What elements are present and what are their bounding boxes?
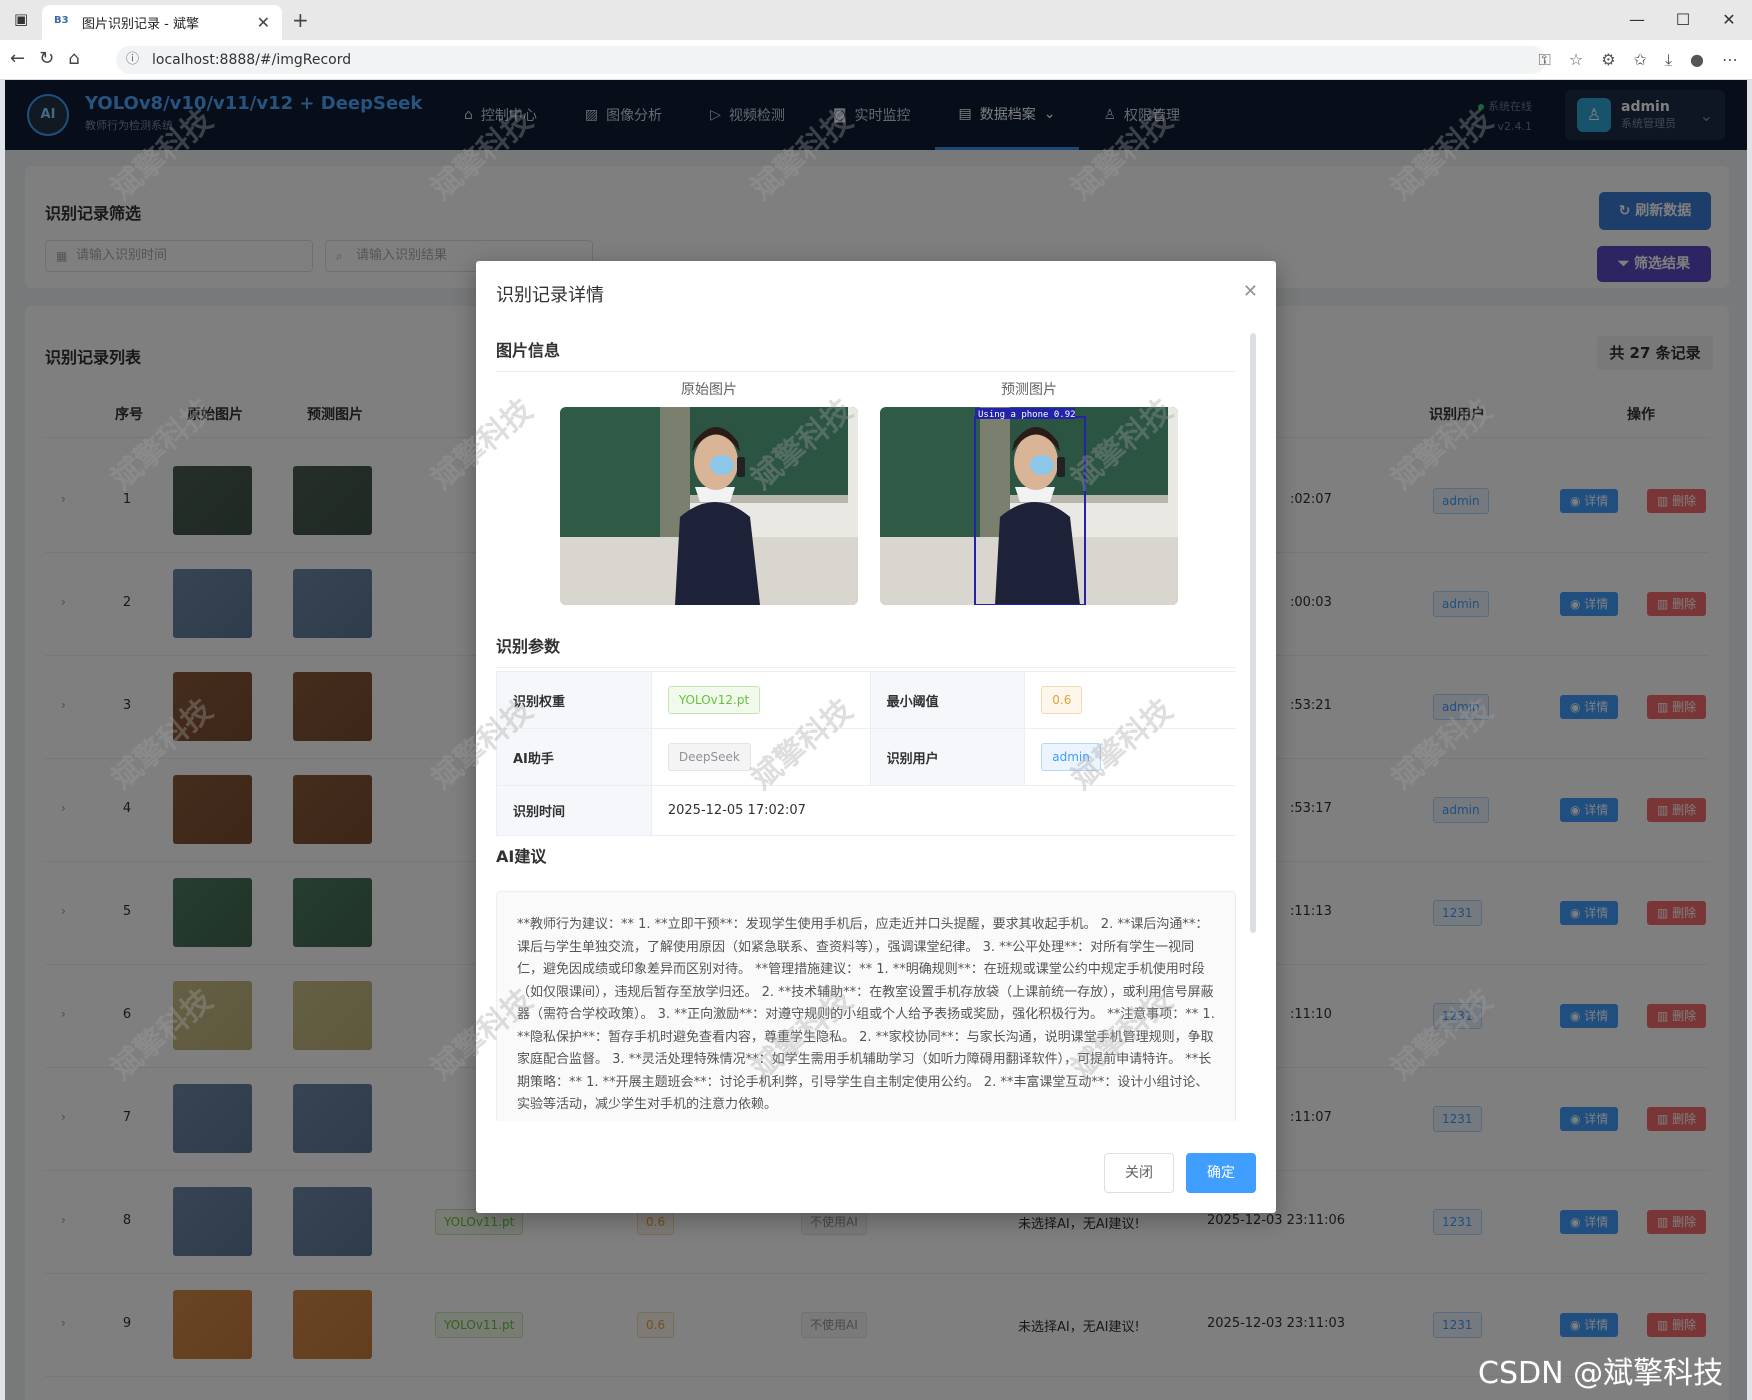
browser-chrome: ▣ B3 图片识别记录 - 斌擎 ✕ + — ☐ ✕ ← ↻ ⌂ ⓘ local… xyxy=(0,0,1752,80)
tab-bar: ▣ B3 图片识别记录 - 斌擎 ✕ + — ☐ ✕ xyxy=(0,0,1752,40)
conf-key: 最小阈值 xyxy=(869,671,1026,729)
user-tag: admin xyxy=(1041,743,1101,771)
weight-key: 识别权重 xyxy=(496,671,652,729)
dialog-body: 图片信息 原始图片 预测图片 Using a phone 0.92 识别参数 识… xyxy=(496,331,1236,1121)
download-icon[interactable]: ⤓ xyxy=(1665,50,1672,70)
minimize-icon[interactable]: — xyxy=(1614,0,1660,40)
predicted-image: Using a phone 0.92 xyxy=(880,407,1178,605)
url-input[interactable]: ⓘ localhost:8888/#/imgRecord xyxy=(116,46,1546,74)
site-info-icon[interactable]: ⓘ xyxy=(126,46,139,74)
original-caption: 原始图片 xyxy=(681,382,737,398)
sidebar-toggle-icon[interactable]: ▣ xyxy=(14,10,28,28)
time-key: 识别时间 xyxy=(496,785,652,836)
close-window-icon[interactable]: ✕ xyxy=(1706,0,1752,40)
browser-tab[interactable]: B3 图片识别记录 - 斌擎 ✕ xyxy=(42,5,282,40)
address-bar: ← ↻ ⌂ ⓘ localhost:8888/#/imgRecord ⚿ ☆ ⚙… xyxy=(0,40,1752,80)
original-image-svg xyxy=(560,407,858,605)
reload-icon[interactable]: ↻ xyxy=(39,48,54,69)
close-tab-icon[interactable]: ✕ xyxy=(257,13,270,32)
weight-tag: YOLOv12.pt xyxy=(667,686,761,714)
dialog-title: 识别记录详情 xyxy=(496,285,604,306)
csdn-mark: CSDN @斌擎科技 xyxy=(1478,1356,1724,1391)
ai-key: AI助手 xyxy=(496,728,652,786)
time-value: 2025-12-05 17:02:07 xyxy=(650,785,1236,836)
ai-suggestion-text: **教师行为建议：** 1. **立即干预**：发现学生使用手机后，应走近并口头… xyxy=(496,891,1236,1121)
ai-tag: DeepSeek xyxy=(667,743,751,771)
params-section-title: 识别参数 xyxy=(496,633,1236,668)
conf-tag: 0.6 xyxy=(1041,686,1083,714)
user-key: 识别用户 xyxy=(869,728,1026,786)
params-table: 识别权重 YOLOv12.pt 最小阈值 0.6 AI助手 DeepSeek 识… xyxy=(496,671,1236,836)
original-image xyxy=(560,407,858,605)
close-button[interactable]: 关闭 xyxy=(1104,1153,1174,1193)
window-controls: — ☐ ✕ xyxy=(1614,0,1752,40)
favorites-icon[interactable]: ✩ xyxy=(1634,50,1647,70)
dialog-scrollbar[interactable] xyxy=(1250,333,1256,933)
detection-label: Using a phone 0.92 xyxy=(978,410,1076,420)
back-icon[interactable]: ← xyxy=(10,48,25,69)
key-icon[interactable]: ⚿ xyxy=(1539,50,1551,70)
nav-buttons: ← ↻ ⌂ xyxy=(10,48,80,69)
more-icon[interactable]: ⋯ xyxy=(1722,50,1738,70)
dialog-footer: 关闭 确定 xyxy=(1104,1153,1256,1193)
tab-title: 图片识别记录 - 斌擎 xyxy=(82,17,199,32)
url-text: localhost:8888/#/imgRecord xyxy=(152,52,352,68)
extensions-icon[interactable]: ⚙ xyxy=(1601,50,1615,70)
predicted-image-svg: Using a phone 0.92 xyxy=(880,407,1178,605)
star-icon[interactable]: ☆ xyxy=(1569,50,1583,70)
browser-toolbar: ⚿ ☆ ⚙ ✩ ⤓ ● ⋯ xyxy=(1539,50,1738,70)
ok-button[interactable]: 确定 xyxy=(1186,1153,1256,1193)
ai-section-title: AI建议 xyxy=(496,847,547,866)
record-detail-dialog: 识别记录详情 ✕ 图片信息 原始图片 预测图片 Using a phone 0.… xyxy=(476,261,1276,1213)
maximize-icon[interactable]: ☐ xyxy=(1660,0,1706,40)
new-tab-icon[interactable]: + xyxy=(292,8,309,32)
favicon-icon: B3 xyxy=(54,14,69,26)
predicted-caption: 预测图片 xyxy=(1001,382,1057,398)
profile-icon[interactable]: ● xyxy=(1690,50,1704,70)
home-browser-icon[interactable]: ⌂ xyxy=(68,48,79,69)
image-section-title: 图片信息 xyxy=(496,337,1236,372)
close-icon[interactable]: ✕ xyxy=(1243,281,1258,302)
